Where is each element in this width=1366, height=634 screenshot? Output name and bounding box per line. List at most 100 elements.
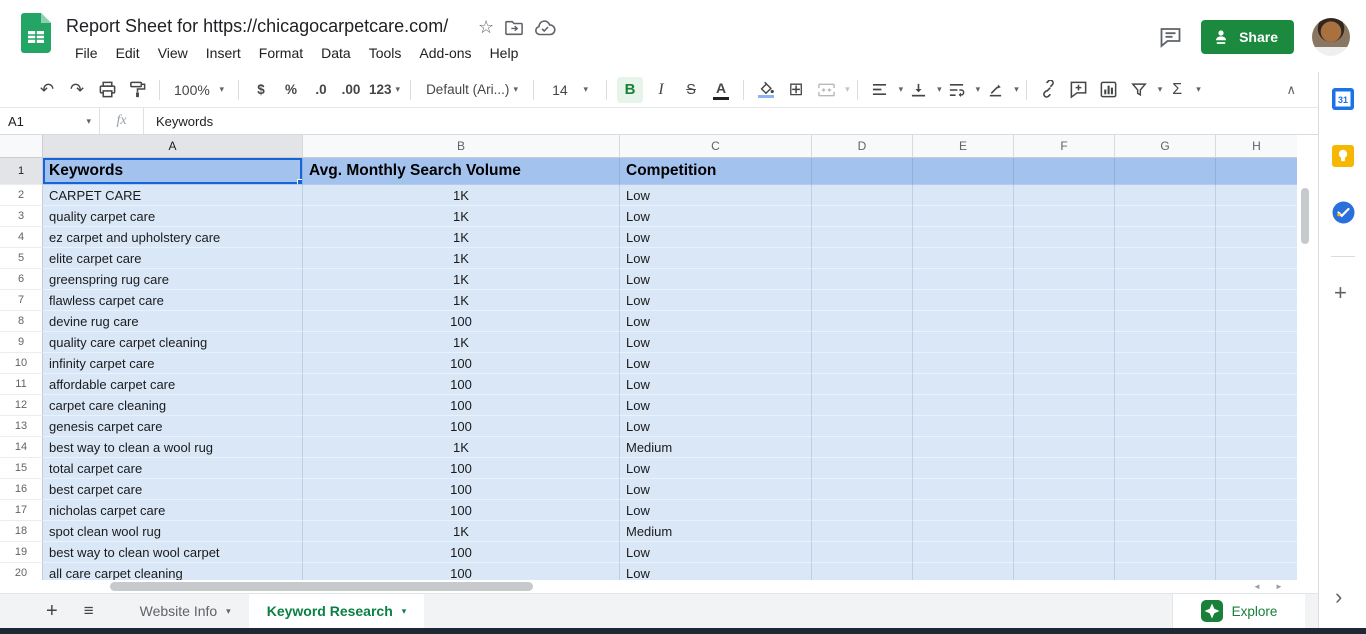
column-header-A[interactable]: A: [43, 135, 303, 158]
strikethrough-icon[interactable]: S: [679, 77, 703, 103]
cell-volume[interactable]: 1K: [303, 185, 620, 206]
cell-empty[interactable]: [1216, 353, 1297, 374]
row-number[interactable]: 2: [0, 185, 43, 206]
column-header-D[interactable]: D: [812, 135, 913, 158]
cell-empty[interactable]: [1216, 158, 1297, 185]
cell-empty[interactable]: [1115, 332, 1216, 353]
cell-volume[interactable]: 1K: [303, 227, 620, 248]
show-side-panel-icon[interactable]: ›: [1335, 584, 1342, 610]
cell-empty[interactable]: [1115, 290, 1216, 311]
cell-volume[interactable]: 100: [303, 542, 620, 563]
cell-empty[interactable]: [1216, 185, 1297, 206]
row-number[interactable]: 5: [0, 248, 43, 269]
cell-empty[interactable]: [812, 311, 913, 332]
format-percent-icon[interactable]: %: [279, 77, 303, 103]
row-number[interactable]: 1: [0, 158, 43, 185]
insert-comment-icon[interactable]: [1067, 77, 1091, 103]
menu-tools[interactable]: Tools: [360, 42, 411, 64]
cell-empty[interactable]: [1115, 500, 1216, 521]
cell-empty[interactable]: [1115, 227, 1216, 248]
cell-empty[interactable]: [1115, 416, 1216, 437]
cell-keyword[interactable]: CARPET CARE: [43, 185, 303, 206]
cell-competition[interactable]: Low: [620, 458, 812, 479]
font-family-control[interactable]: Default (Ari...) ▾: [421, 77, 523, 103]
row-number[interactable]: 19: [0, 542, 43, 563]
add-sheet-icon[interactable]: +: [46, 600, 58, 623]
decrease-decimal-icon[interactable]: .0: [309, 77, 333, 103]
cell-empty[interactable]: [1014, 185, 1115, 206]
collapse-toolbar-icon[interactable]: ∧: [1286, 82, 1296, 98]
cell-empty[interactable]: [913, 437, 1014, 458]
cell-competition[interactable]: Low: [620, 416, 812, 437]
cell-empty[interactable]: [1216, 374, 1297, 395]
cell-empty[interactable]: [1014, 374, 1115, 395]
vertical-scrollbar-thumb[interactable]: [1301, 188, 1309, 244]
column-header-F[interactable]: F: [1014, 135, 1115, 158]
scroll-left-icon[interactable]: ◄: [1253, 582, 1261, 591]
cell-empty[interactable]: [1115, 311, 1216, 332]
cell-competition[interactable]: Medium: [620, 521, 812, 542]
cell-empty[interactable]: [1014, 269, 1115, 290]
sheets-logo-icon[interactable]: [21, 13, 51, 53]
cell-competition-header[interactable]: Competition: [620, 158, 812, 185]
column-header-H[interactable]: H: [1216, 135, 1297, 158]
cell-empty[interactable]: [812, 158, 913, 185]
cell-empty[interactable]: [1115, 248, 1216, 269]
cell-volume[interactable]: 100: [303, 416, 620, 437]
cell-empty[interactable]: [1216, 311, 1297, 332]
cell-competition[interactable]: Low: [620, 542, 812, 563]
cell-empty[interactable]: [913, 521, 1014, 542]
cell-empty[interactable]: [1115, 158, 1216, 185]
cell-empty[interactable]: [913, 374, 1014, 395]
insert-link-icon[interactable]: [1037, 77, 1061, 103]
cell-empty[interactable]: [913, 542, 1014, 563]
cell-competition[interactable]: Medium: [620, 437, 812, 458]
cell-empty[interactable]: [1014, 563, 1115, 580]
cell-competition[interactable]: Low: [620, 269, 812, 290]
row-number[interactable]: 9: [0, 332, 43, 353]
cell-empty[interactable]: [1216, 206, 1297, 227]
cell-empty[interactable]: [1216, 521, 1297, 542]
cell-empty[interactable]: [1014, 290, 1115, 311]
bold-icon[interactable]: B: [617, 77, 643, 103]
get-addons-icon[interactable]: +: [1334, 280, 1347, 306]
horizontal-align-icon[interactable]: [868, 77, 892, 103]
menu-format[interactable]: Format: [250, 42, 312, 64]
cell-empty[interactable]: [1014, 206, 1115, 227]
cell-empty[interactable]: [1216, 332, 1297, 353]
menu-insert[interactable]: Insert: [197, 42, 250, 64]
row-number[interactable]: 3: [0, 206, 43, 227]
cell-empty[interactable]: [812, 458, 913, 479]
cell-empty[interactable]: [913, 227, 1014, 248]
cell-keyword[interactable]: quality carpet care: [43, 206, 303, 227]
cell-empty[interactable]: [1115, 206, 1216, 227]
cell-empty[interactable]: [913, 353, 1014, 374]
cell-empty[interactable]: [913, 500, 1014, 521]
cell-volume[interactable]: 1K: [303, 290, 620, 311]
cell-competition[interactable]: Low: [620, 332, 812, 353]
cell-volume[interactable]: 100: [303, 563, 620, 580]
cell-empty[interactable]: [1014, 416, 1115, 437]
cell-competition[interactable]: Low: [620, 248, 812, 269]
tab-website-info[interactable]: Website Info▾: [122, 594, 249, 628]
cell-competition[interactable]: Low: [620, 374, 812, 395]
cell-volume[interactable]: 100: [303, 458, 620, 479]
cell-keyword[interactable]: nicholas carpet care: [43, 500, 303, 521]
cell-empty[interactable]: [812, 542, 913, 563]
cell-competition[interactable]: Low: [620, 395, 812, 416]
row-number[interactable]: 10: [0, 353, 43, 374]
calendar-icon[interactable]: 31: [1332, 88, 1354, 110]
cell-empty[interactable]: [913, 290, 1014, 311]
functions-icon[interactable]: Σ: [1165, 77, 1189, 103]
print-icon[interactable]: [95, 77, 119, 103]
row-number[interactable]: 18: [0, 521, 43, 542]
fill-color-icon[interactable]: [754, 77, 778, 103]
cloud-saved-icon[interactable]: [534, 19, 556, 37]
row-number[interactable]: 4: [0, 227, 43, 248]
move-to-folder-icon[interactable]: [504, 19, 524, 37]
cell-empty[interactable]: [812, 353, 913, 374]
paint-format-icon[interactable]: [125, 77, 149, 103]
cell-empty[interactable]: [812, 395, 913, 416]
cell-competition[interactable]: Low: [620, 479, 812, 500]
scroll-right-icon[interactable]: ►: [1275, 582, 1283, 591]
